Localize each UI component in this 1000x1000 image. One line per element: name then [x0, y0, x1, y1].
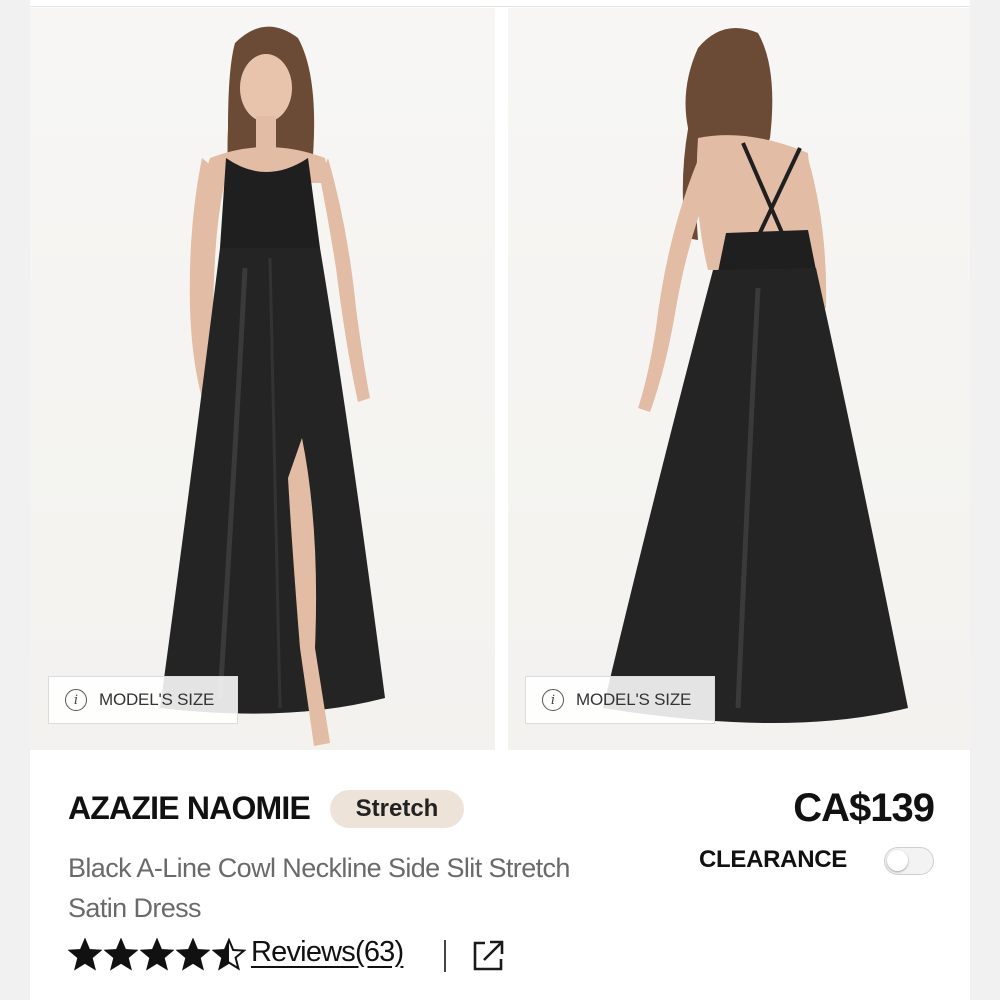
stretch-badge: Stretch [330, 790, 464, 828]
model-size-label: MODEL'S SIZE [576, 690, 692, 709]
clearance-toggle[interactable] [884, 847, 934, 875]
dress-back-illustration [603, 28, 908, 723]
info-icon: i [65, 689, 87, 711]
model-size-button-front[interactable]: i MODEL'S SIZE [48, 676, 238, 724]
star-half-icon [212, 938, 246, 971]
product-photo-back[interactable] [508, 8, 970, 750]
product-price: CA$139 [793, 786, 935, 830]
product-photo-front[interactable] [30, 8, 495, 750]
star-full-icon [176, 938, 210, 971]
star-full-icon [104, 938, 138, 971]
star-full-icon [68, 938, 102, 971]
top-divider [30, 6, 970, 7]
clearance-label: CLEARANCE [699, 846, 847, 873]
model-size-label: MODEL'S SIZE [99, 690, 215, 709]
product-description: Black A-Line Cowl Neckline Side Slit Str… [68, 853, 570, 923]
share-external-icon[interactable] [470, 938, 506, 974]
model-size-button-back[interactable]: i MODEL'S SIZE [525, 676, 715, 724]
star-rating [68, 938, 248, 976]
divider [444, 940, 446, 972]
product-name: AZAZIE NAOMIE [68, 790, 311, 826]
info-icon: i [542, 689, 564, 711]
reviews-link[interactable]: Reviews(63) [251, 936, 404, 969]
star-full-icon [140, 938, 174, 971]
toggle-knob [887, 850, 908, 871]
dress-front-illustration [160, 26, 385, 746]
